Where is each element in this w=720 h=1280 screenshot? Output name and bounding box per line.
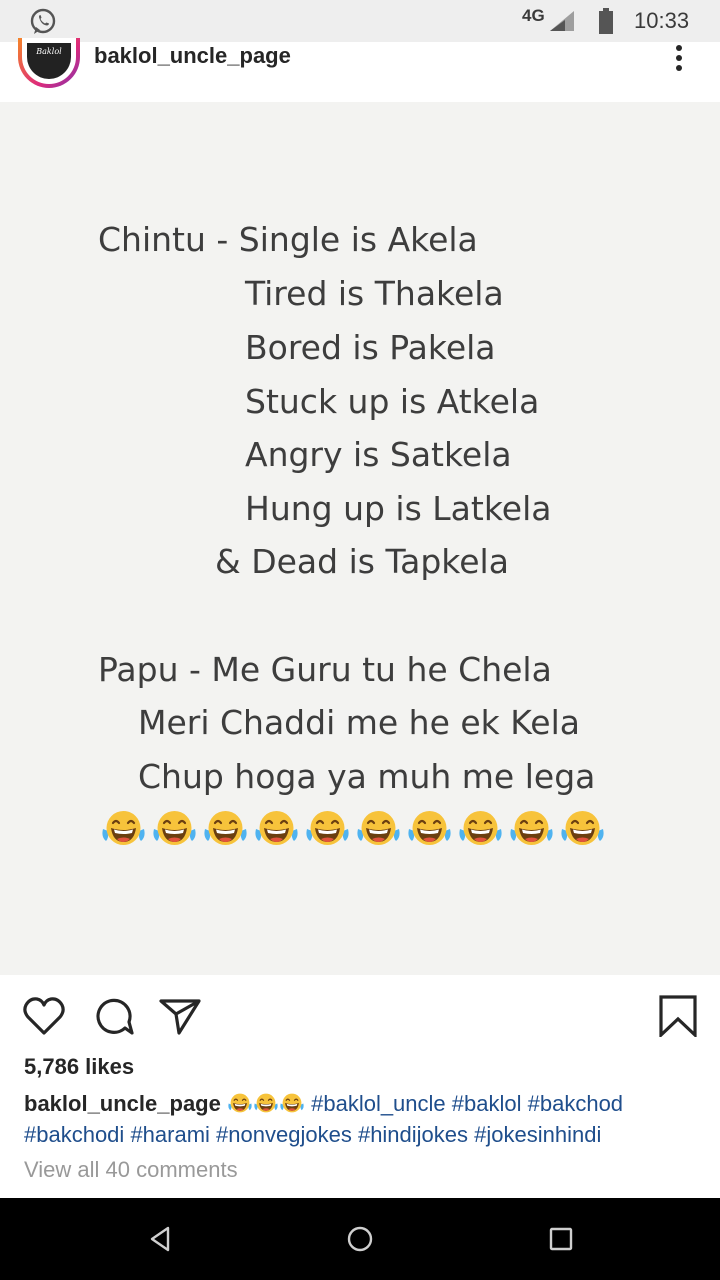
likes-count[interactable]: 5,786 likes — [24, 1054, 134, 1080]
network-type: 4G — [522, 6, 545, 25]
meme-line: Stuck up is Atkela — [245, 382, 540, 421]
face-with-tears-of-joy-icon — [102, 811, 145, 845]
caption-username[interactable]: baklol_uncle_page — [24, 1091, 221, 1116]
meme-line: Hung up is Latkela — [245, 489, 552, 528]
meme-line: Chup hoga ya muh me lega — [138, 757, 596, 796]
battery-icon — [599, 8, 613, 34]
meme-line: & Dead is Tapkela — [215, 542, 509, 581]
hashtag-link[interactable]: #hindijokes — [358, 1122, 468, 1147]
meme-line: Papu - Me Guru tu he Chela — [98, 650, 552, 689]
bookmark-icon[interactable] — [656, 995, 700, 1037]
home-icon[interactable] — [345, 1224, 375, 1254]
post-header: Baklol baklol_uncle_page — [0, 38, 720, 102]
view-comments-link[interactable]: View all 40 comments — [24, 1157, 238, 1183]
whatsapp-icon — [30, 8, 56, 34]
meme-line: Angry is Satkela — [245, 435, 512, 474]
face-with-tears-of-joy-icon — [254, 1093, 278, 1113]
face-with-tears-of-joy-icon — [357, 811, 400, 845]
meme-line: Bored is Pakela — [245, 328, 496, 367]
emoji-row — [100, 807, 606, 849]
navigation-bar — [0, 1198, 720, 1280]
face-with-tears-of-joy-icon — [280, 1093, 304, 1113]
hashtag-link[interactable]: #baklol — [452, 1091, 522, 1116]
more-options-icon[interactable] — [664, 42, 694, 76]
action-bar — [0, 975, 720, 1055]
face-with-tears-of-joy-icon — [408, 811, 451, 845]
post-username[interactable]: baklol_uncle_page — [94, 43, 291, 69]
hashtag-link[interactable]: #bakchod — [528, 1091, 623, 1116]
hashtag-link[interactable]: #nonvegjokes — [216, 1122, 352, 1147]
face-with-tears-of-joy-icon — [306, 811, 349, 845]
face-with-tears-of-joy-icon — [204, 811, 247, 845]
face-with-tears-of-joy-icon — [561, 811, 604, 845]
meme-line: Tired is Thakela — [245, 274, 504, 313]
face-with-tears-of-joy-icon — [153, 811, 196, 845]
avatar-logo-text: Baklol — [36, 47, 62, 56]
face-with-tears-of-joy-icon — [228, 1093, 252, 1113]
post-image[interactable]: Chintu - Single is Akela Tired is Thakel… — [0, 102, 720, 975]
hashtag-link[interactable]: #harami — [130, 1122, 209, 1147]
back-icon[interactable] — [146, 1224, 176, 1254]
clock: 10:33 — [634, 8, 690, 33]
comment-icon[interactable] — [92, 995, 136, 1037]
face-with-tears-of-joy-icon — [510, 811, 553, 845]
heart-icon[interactable] — [22, 995, 66, 1037]
meme-line: Chintu - Single is Akela — [98, 220, 478, 259]
caption-emojis — [227, 1091, 305, 1116]
post-caption: baklol_uncle_page #baklol_uncle #baklol … — [24, 1088, 704, 1150]
status-bar: 4G 10:33 — [0, 0, 720, 42]
face-with-tears-of-joy-icon — [255, 811, 298, 845]
face-with-tears-of-joy-icon — [459, 811, 502, 845]
meme-line: Meri Chaddi me he ek Kela — [138, 703, 580, 742]
recents-icon[interactable] — [546, 1224, 576, 1254]
signal-icon — [550, 11, 574, 31]
hashtag-link[interactable]: #jokesinhindi — [474, 1122, 601, 1147]
hashtag-link[interactable]: #bakchodi — [24, 1122, 124, 1147]
share-icon[interactable] — [158, 995, 202, 1037]
hashtag-link[interactable]: #baklol_uncle — [311, 1091, 446, 1116]
